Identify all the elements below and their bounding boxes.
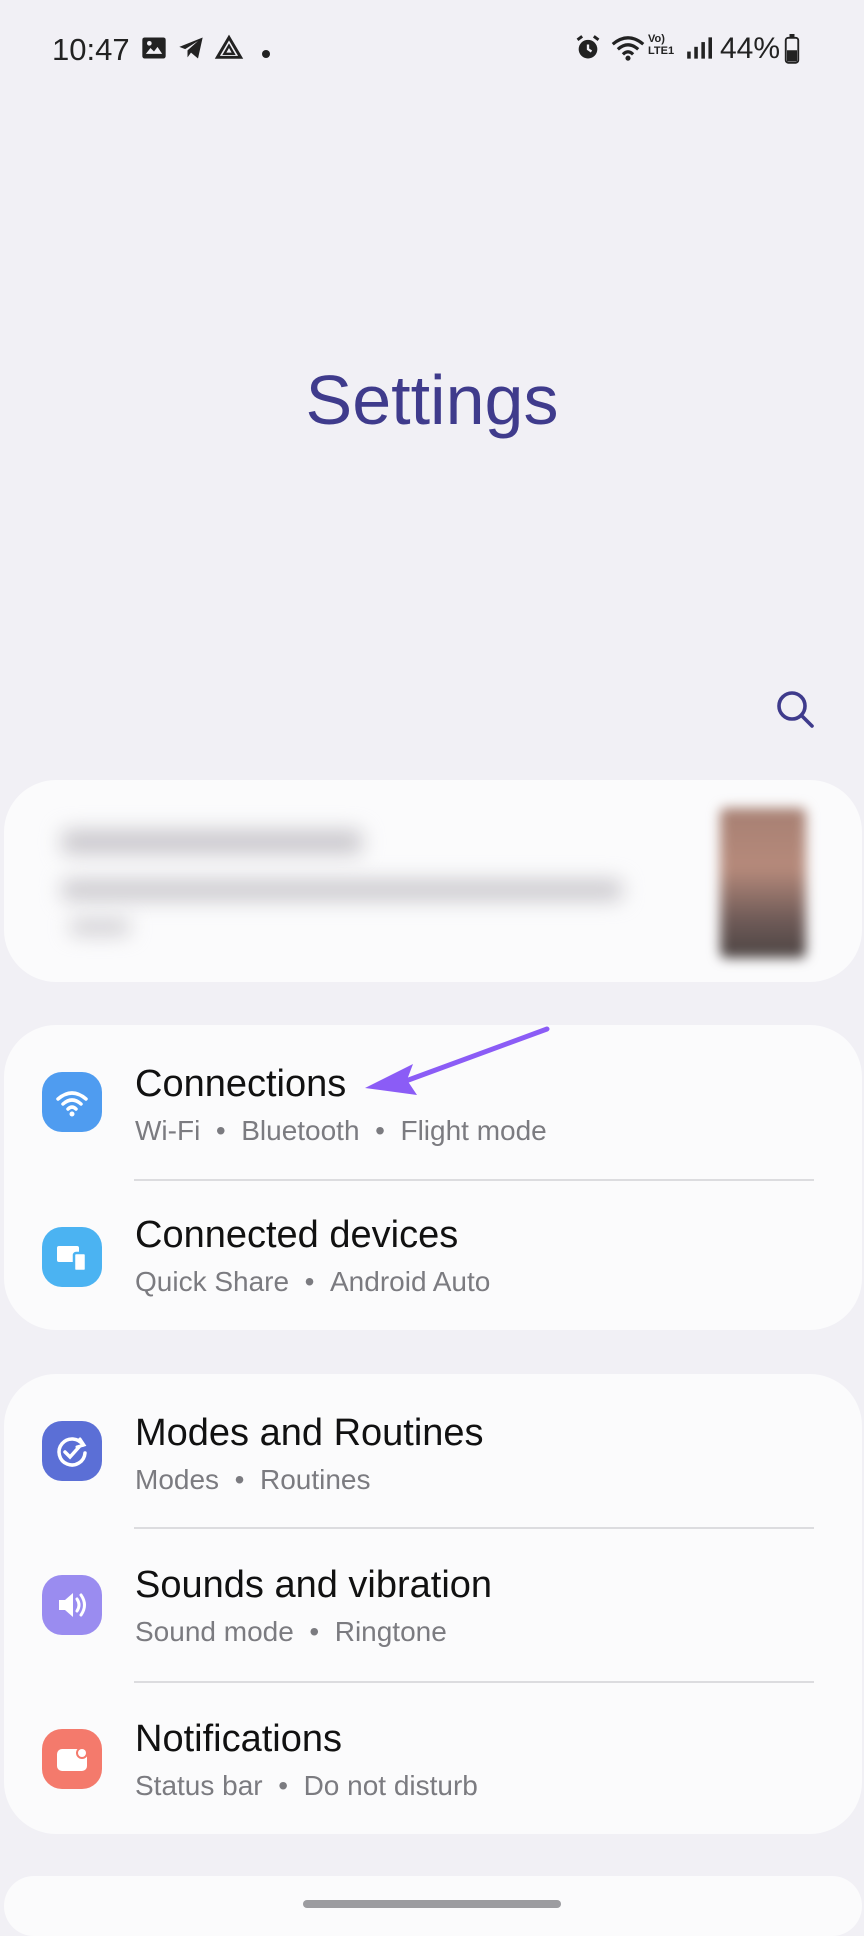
annotation-arrow-icon [365, 1026, 550, 1095]
search-icon [777, 691, 814, 728]
status-bar: 10:47 Vo) LTE1 44% [0, 0, 864, 100]
speaker-icon [42, 1575, 102, 1635]
devices-icon [42, 1227, 102, 1287]
routines-icon [42, 1421, 102, 1481]
dot-icon [262, 45, 270, 63]
search-button[interactable] [772, 686, 820, 734]
telegram-icon [176, 34, 206, 67]
notifications-subtitle: Status bar • Do not disturb [135, 1770, 478, 1801]
wifi-icon [610, 34, 646, 67]
modes-routines-title: Modes and Routines [135, 1412, 484, 1454]
drive-icon [214, 34, 244, 67]
notification-icon [42, 1729, 102, 1789]
notifications-title: Notifications [135, 1718, 342, 1760]
sounds-title: Sounds and vibration [135, 1564, 493, 1606]
settings-item-connected-devices[interactable]: Connected devices Quick Share • Android … [4, 1180, 862, 1330]
sounds-subtitle: Sound mode • Ringtone [135, 1616, 447, 1647]
settings-item-modes-routines[interactable]: Modes and Routines Modes • Routines [4, 1374, 862, 1528]
alarm-icon [574, 34, 602, 67]
settings-item-notifications[interactable]: Notifications Status bar • Do not distur… [4, 1682, 862, 1834]
signal-icon [686, 34, 712, 67]
battery-percent: 44% [720, 32, 781, 65]
image-icon [140, 34, 168, 67]
connected-devices-title: Connected devices [135, 1214, 459, 1256]
battery-icon [784, 34, 800, 69]
connections-title: Connections [135, 1063, 347, 1105]
modes-routines-subtitle: Modes • Routines [135, 1464, 371, 1495]
settings-item-sounds[interactable]: Sounds and vibration Sound mode • Ringto… [4, 1528, 862, 1680]
wifi-settings-icon [42, 1072, 102, 1132]
home-indicator[interactable] [303, 1900, 561, 1908]
avatar [720, 808, 806, 958]
status-time: 10:47 [52, 32, 130, 67]
page-title: Settings [305, 361, 559, 439]
network-label: Vo) LTE1 [648, 33, 675, 57]
connected-devices-subtitle: Quick Share • Android Auto [135, 1266, 491, 1297]
